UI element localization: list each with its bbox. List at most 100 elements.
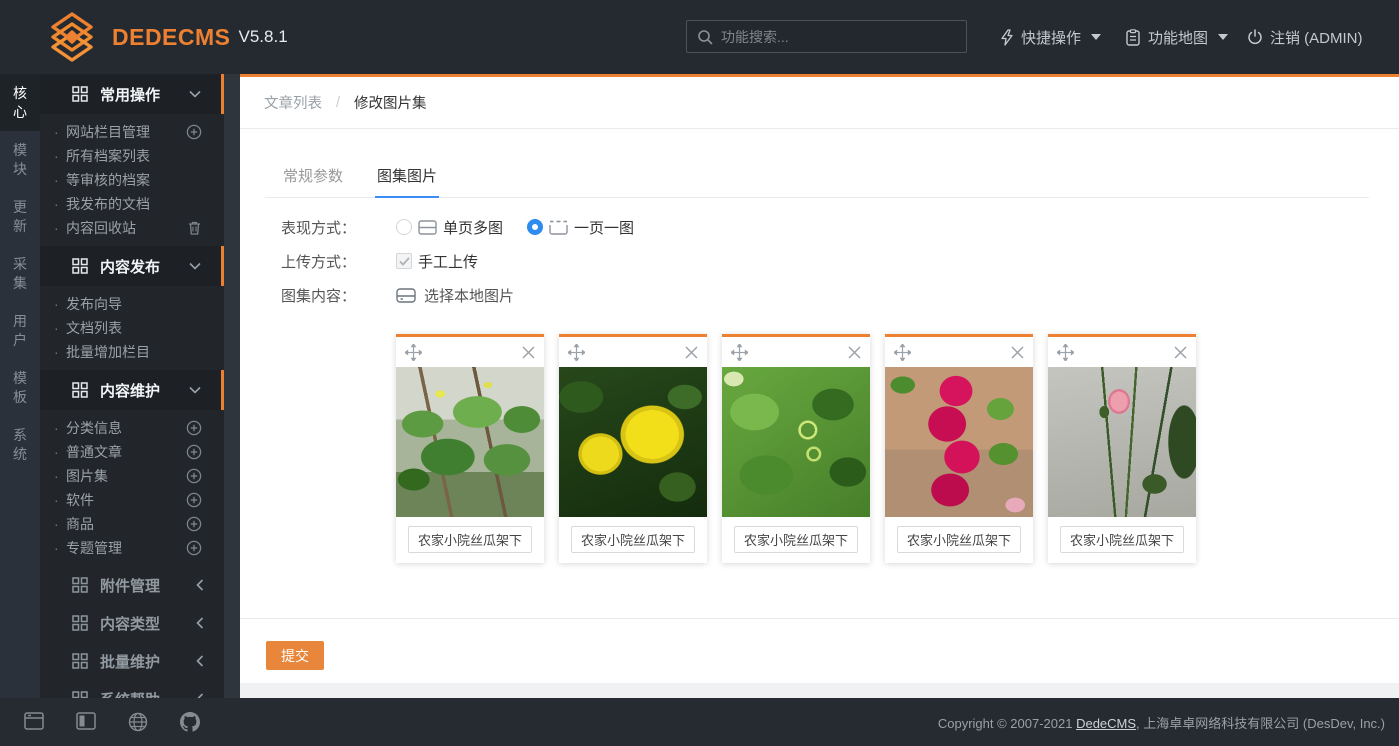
caption-input[interactable] xyxy=(734,526,858,553)
rail-item-users[interactable]: 用户 xyxy=(0,302,40,359)
sidebar-item-pending-archives[interactable]: ·等审核的档案 xyxy=(40,168,224,192)
quick-actions-label: 快捷操作 xyxy=(1021,27,1081,48)
breadcrumb-parent[interactable]: 文章列表 xyxy=(264,92,322,113)
rail-label: 模块 xyxy=(13,141,28,179)
grid-icon xyxy=(72,615,88,631)
bullet: · xyxy=(54,344,59,360)
trash-icon[interactable] xyxy=(187,220,202,236)
section-system-help[interactable]: 系统帮助 xyxy=(40,680,224,698)
sidebar-item-classified-info[interactable]: ·分类信息 xyxy=(40,416,224,440)
close-icon[interactable] xyxy=(1011,346,1024,359)
section-content-maintain[interactable]: 内容维护 xyxy=(40,370,224,410)
section-items: ·分类信息 ·普通文章 ·图片集 ·软件 ·商品 · 专题管理 xyxy=(40,410,224,566)
sidebar-item-recycle-bin[interactable]: ·内容回收站 xyxy=(40,216,224,240)
sidebar-item-my-documents[interactable]: ·我发布的文档 xyxy=(40,192,224,216)
brand-name: DEDECMS xyxy=(112,24,231,51)
item-label: 专题管理 xyxy=(66,538,122,558)
function-map-label: 功能地图 xyxy=(1148,27,1208,48)
grid-icon xyxy=(72,577,88,593)
gallery-card xyxy=(722,334,870,563)
chevron-down-icon xyxy=(1091,34,1101,40)
sidebar-item-normal-article[interactable]: ·普通文章 xyxy=(40,440,224,464)
checkbox-manual-upload[interactable] xyxy=(396,253,412,269)
grid-icon xyxy=(72,382,88,398)
sidebar-item-publish-wizard[interactable]: ·发布向导 xyxy=(40,292,224,316)
radio-one-per-page[interactable] xyxy=(527,219,543,235)
sidebar-item-topic-manage[interactable]: · 专题管理 xyxy=(40,536,224,560)
section-content-publish[interactable]: 内容发布 xyxy=(40,246,224,286)
browser-window-icon[interactable] xyxy=(24,712,44,730)
plus-circle-icon[interactable] xyxy=(186,540,202,556)
power-icon xyxy=(1247,29,1263,45)
close-icon[interactable] xyxy=(1174,346,1187,359)
grid-icon xyxy=(72,258,88,274)
rail-item-modules[interactable]: 模块 xyxy=(0,131,40,188)
checkbox-label[interactable]: 手工上传 xyxy=(418,251,478,272)
tab-gallery-images[interactable]: 图集图片 xyxy=(375,157,439,198)
globe-icon[interactable] xyxy=(128,712,148,732)
section-batch-maintain[interactable]: 批量维护 xyxy=(40,642,224,680)
sidebar-item-document-list[interactable]: ·文档列表 xyxy=(40,316,224,340)
github-icon[interactable] xyxy=(180,712,200,732)
close-icon[interactable] xyxy=(848,346,861,359)
close-icon[interactable] xyxy=(522,346,535,359)
section-content-type[interactable]: 内容类型 xyxy=(40,604,224,642)
tab-general-params[interactable]: 常规参数 xyxy=(281,157,345,197)
dedecms-link[interactable]: DedeCMS xyxy=(1076,716,1136,731)
plus-circle-icon[interactable] xyxy=(186,124,202,140)
item-label: 文档列表 xyxy=(66,318,122,338)
rail-item-core[interactable]: 核心 xyxy=(0,74,40,131)
quick-actions-menu[interactable]: 快捷操作 xyxy=(1000,0,1101,74)
move-handle-icon[interactable] xyxy=(405,344,422,361)
option-label-multi[interactable]: 单页多图 xyxy=(443,217,503,238)
radio-multi-per-page[interactable] xyxy=(396,219,412,235)
section-attachment-manage[interactable]: 附件管理 xyxy=(40,566,224,604)
dedecms-logo-icon xyxy=(46,11,98,63)
caption-input[interactable] xyxy=(1060,526,1184,553)
bullet: · xyxy=(54,444,59,460)
plus-circle-icon[interactable] xyxy=(186,492,202,508)
bullet: · xyxy=(54,148,59,164)
content-panel: 常规参数 图集图片 表现方式： 单页多图 xyxy=(240,129,1399,683)
plus-circle-icon[interactable] xyxy=(186,468,202,484)
sidebar-item-software[interactable]: ·软件 xyxy=(40,488,224,512)
move-handle-icon[interactable] xyxy=(568,344,585,361)
sidebar-item-all-archives[interactable]: ·所有档案列表 xyxy=(40,144,224,168)
sidebar-scrollbar[interactable] xyxy=(224,74,240,698)
section-common-operations[interactable]: 常用操作 xyxy=(40,74,224,114)
rail-item-templates[interactable]: 模板 xyxy=(0,359,40,416)
rail-item-update[interactable]: 更新 xyxy=(0,188,40,245)
bullet: · xyxy=(54,468,59,484)
drive-icon xyxy=(396,288,416,303)
rail-label: 系统 xyxy=(13,426,28,464)
move-handle-icon[interactable] xyxy=(731,344,748,361)
search-input[interactable] xyxy=(721,29,956,45)
sidebar-item-site-columns[interactable]: ·网站栏目管理 xyxy=(40,120,224,144)
rail-item-collect[interactable]: 采集 xyxy=(0,245,40,302)
rail-item-system[interactable]: 系统 xyxy=(0,416,40,473)
move-handle-icon[interactable] xyxy=(894,344,911,361)
breadcrumb-current: 修改图片集 xyxy=(354,92,427,113)
sidebar-item-products[interactable]: ·商品 xyxy=(40,512,224,536)
caption-input[interactable] xyxy=(571,526,695,553)
plus-circle-icon[interactable] xyxy=(186,516,202,532)
plus-circle-icon[interactable] xyxy=(186,420,202,436)
move-handle-icon[interactable] xyxy=(1057,344,1074,361)
bullet: · xyxy=(54,296,59,312)
split-page-icon xyxy=(418,220,437,235)
caption-input[interactable] xyxy=(897,526,1021,553)
bullet: · xyxy=(54,540,59,556)
caption-input[interactable] xyxy=(408,526,532,553)
function-search[interactable] xyxy=(686,20,967,53)
sidebar-item-batch-add-columns[interactable]: ·批量增加栏目 xyxy=(40,340,224,364)
option-label-single[interactable]: 一页一图 xyxy=(574,217,634,238)
sidebar-item-image-gallery[interactable]: ·图片集 xyxy=(40,464,224,488)
submit-button[interactable]: 提交 xyxy=(266,641,324,670)
pick-local-images-button[interactable]: 选择本地图片 xyxy=(396,285,514,306)
upload-mode-row: 上传方式： 手工上传 xyxy=(240,244,1399,278)
sidebar-layout-icon[interactable] xyxy=(76,712,96,730)
close-icon[interactable] xyxy=(685,346,698,359)
logout-menu[interactable]: 注销 (ADMIN) xyxy=(1247,0,1363,74)
function-map-menu[interactable]: 功能地图 xyxy=(1125,0,1228,74)
plus-circle-icon[interactable] xyxy=(186,444,202,460)
